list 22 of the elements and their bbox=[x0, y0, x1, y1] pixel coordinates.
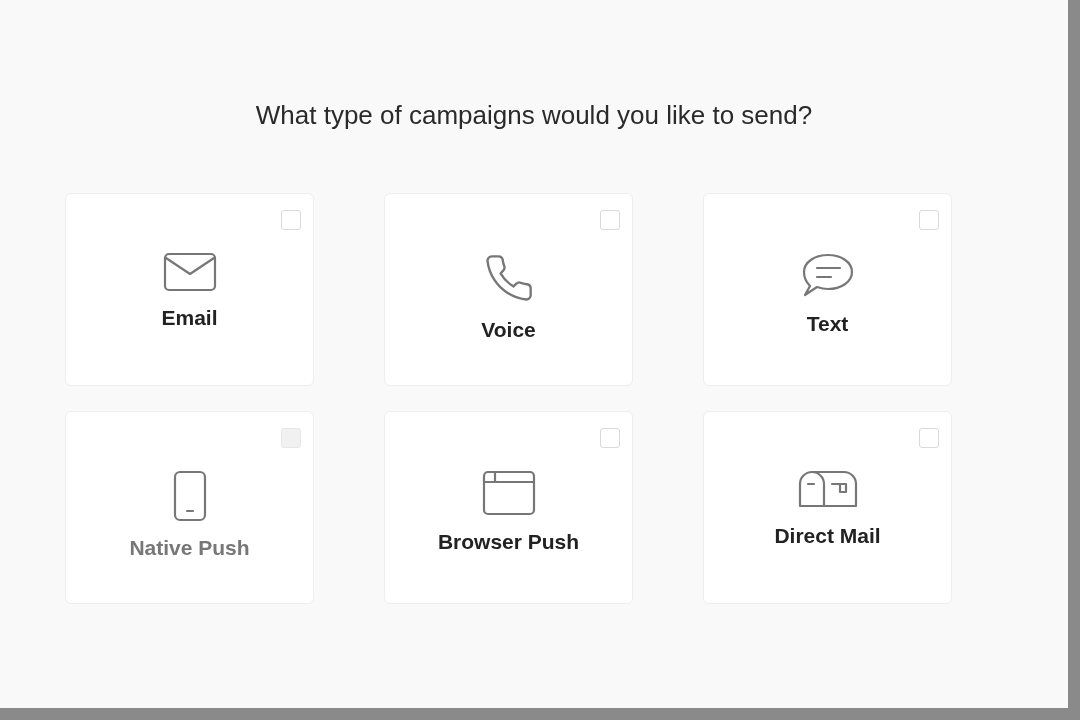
card-label: Browser Push bbox=[437, 530, 580, 554]
card-label: Text bbox=[806, 312, 849, 336]
mailbox-icon bbox=[797, 470, 858, 510]
mobile-phone-icon bbox=[172, 470, 207, 522]
checkbox[interactable] bbox=[919, 210, 939, 230]
campaign-card[interactable]: Browser Push bbox=[384, 411, 633, 604]
card-label: Direct Mail bbox=[774, 524, 881, 548]
campaign-card[interactable]: Direct Mail bbox=[703, 411, 952, 604]
checkbox[interactable] bbox=[281, 210, 301, 230]
chat-bubble-icon bbox=[800, 252, 855, 298]
campaign-card[interactable]: Email bbox=[65, 193, 314, 386]
envelope-icon bbox=[162, 252, 217, 292]
card-label: Voice bbox=[481, 318, 536, 342]
checkbox[interactable] bbox=[600, 210, 620, 230]
card-label: Email bbox=[161, 306, 218, 330]
checkbox[interactable] bbox=[919, 428, 939, 448]
campaign-card[interactable]: Voice bbox=[384, 193, 633, 386]
card-label: Native Push bbox=[129, 536, 250, 560]
checkbox[interactable] bbox=[600, 428, 620, 448]
campaign-card[interactable]: Text bbox=[703, 193, 952, 386]
page-title: What type of campaigns would you like to send? bbox=[255, 100, 813, 131]
browser-window-icon bbox=[481, 470, 536, 516]
